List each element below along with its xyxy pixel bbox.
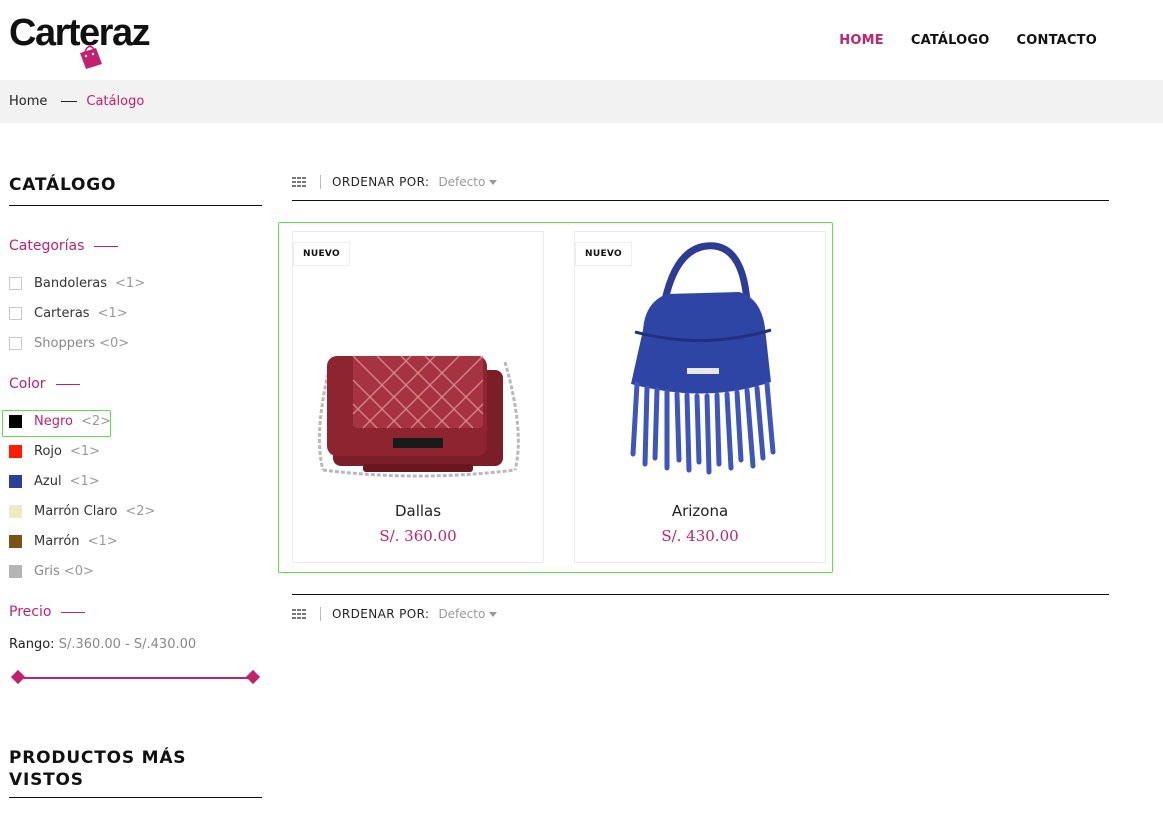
- color-name: Marrón Claro: [34, 503, 118, 519]
- toolbar-divider: [320, 607, 321, 621]
- color-item-azul[interactable]: Azul <1>: [9, 466, 262, 496]
- product-badge: NUEVO: [575, 242, 632, 266]
- price-range: Rango: S/.360.00 - S/.430.00: [9, 637, 262, 652]
- color-item-gris[interactable]: Gris <0>: [9, 556, 262, 586]
- product-card-dallas[interactable]: NUEVO Dallas S/. 360.00: [292, 231, 544, 563]
- color-count: <1>: [69, 473, 100, 489]
- color-count: <1>: [69, 443, 101, 459]
- price-range-value: S/.360.00 - S/.430.00: [58, 637, 197, 652]
- color-name: Rojo: [34, 443, 62, 459]
- grid-view-icon[interactable]: [292, 609, 306, 619]
- color-heading-text: Color: [9, 376, 46, 392]
- toolbar-divider-line: [292, 200, 1109, 201]
- category-item-shoppers[interactable]: Shoppers <0>: [9, 328, 262, 358]
- category-count: <1>: [115, 275, 146, 291]
- color-count: <0>: [63, 563, 94, 579]
- category-name: Carteras: [34, 305, 90, 321]
- price-slider-min-handle[interactable]: [10, 669, 26, 685]
- caret-down-icon: [489, 611, 498, 617]
- color-swatch[interactable]: [9, 444, 22, 458]
- product-price: S/. 360.00: [379, 527, 457, 545]
- caret-down-icon: [489, 179, 498, 185]
- color-item-rojo[interactable]: Rojo <1>: [9, 436, 262, 466]
- price-slider-max-handle[interactable]: [245, 669, 261, 685]
- sort-select-value: Defecto: [438, 175, 486, 189]
- sort-select[interactable]: Defecto: [438, 175, 498, 189]
- selected-filter-highlight: [2, 410, 111, 437]
- category-name: Shoppers: [34, 335, 96, 351]
- color-name: Azul: [34, 473, 62, 489]
- price-heading: Precio: [9, 604, 262, 620]
- sort-select-value: Defecto: [438, 607, 486, 621]
- breadcrumb-bar: Home Catálogo: [0, 80, 1163, 123]
- color-heading: Color: [9, 376, 262, 392]
- grid-view-icon[interactable]: [292, 177, 306, 187]
- heading-dash: [94, 245, 119, 247]
- sidebar: CATÁLOGO Categorías Bandoleras <1> Carte…: [9, 150, 262, 798]
- category-count: <1>: [97, 305, 128, 321]
- product-image[interactable]: NUEVO: [293, 232, 543, 483]
- product-name[interactable]: Dallas: [293, 502, 543, 520]
- breadcrumb-home-link[interactable]: Home: [9, 94, 47, 109]
- price-heading-text: Precio: [9, 604, 52, 620]
- product-badge: NUEVO: [293, 242, 350, 266]
- sort-label: ORDENAR POR:: [332, 607, 430, 621]
- heading-dash: [55, 383, 80, 385]
- color-count: <1>: [87, 533, 118, 549]
- category-item-bandoleras[interactable]: Bandoleras <1>: [9, 268, 262, 298]
- price-slider-track: [17, 677, 254, 679]
- toolbar-divider: [320, 175, 321, 189]
- price-range-label: Rango:: [9, 637, 55, 652]
- color-swatch[interactable]: [9, 474, 22, 488]
- category-count: <0>: [99, 335, 130, 351]
- color-swatch[interactable]: [9, 564, 22, 578]
- main-nav: HOME CATÁLOGO CONTACTO: [839, 33, 1097, 48]
- checkbox[interactable]: [9, 336, 22, 350]
- color-swatch[interactable]: [9, 534, 22, 548]
- color-swatch[interactable]: [9, 504, 22, 518]
- shopping-bag-icon: [80, 45, 102, 69]
- price-slider[interactable]: [10, 669, 261, 685]
- category-list: Bandoleras <1> Carteras <1> Shoppers <0>: [9, 268, 262, 358]
- sort-toolbar-top: ORDENAR POR: Defecto: [292, 163, 1109, 201]
- breadcrumb-separator: [61, 101, 78, 102]
- product-card-arizona[interactable]: NUEVO Arizona S/. 430.00: [574, 231, 826, 563]
- heading-dash: [61, 611, 86, 613]
- checkbox[interactable]: [9, 306, 22, 320]
- category-item-carteras[interactable]: Carteras <1>: [9, 298, 262, 328]
- handbag-image-arizona: [575, 232, 825, 483]
- color-item-marron[interactable]: Marrón <1>: [9, 526, 262, 556]
- color-name: Marrón: [34, 533, 80, 549]
- product-image[interactable]: NUEVO: [575, 232, 825, 483]
- color-count: <2>: [125, 503, 156, 519]
- categories-heading: Categorías: [9, 238, 262, 254]
- product-name[interactable]: Arizona: [575, 502, 825, 520]
- categories-heading-text: Categorías: [9, 238, 85, 254]
- product-price: S/. 430.00: [661, 527, 739, 545]
- site-header: Carteraz HOME CATÁLOGO CONTACTO: [0, 0, 1163, 80]
- nav-catalog-link[interactable]: CATÁLOGO: [911, 33, 990, 48]
- breadcrumb: Home Catálogo: [9, 94, 144, 109]
- nav-contact-link[interactable]: CONTACTO: [1017, 33, 1097, 48]
- color-name: Gris: [34, 563, 60, 579]
- color-item-marron-claro[interactable]: Marrón Claro <2>: [9, 496, 262, 526]
- nav-home-link[interactable]: HOME: [839, 33, 884, 48]
- sort-select[interactable]: Defecto: [438, 607, 498, 621]
- checkbox[interactable]: [9, 276, 22, 290]
- sort-label: ORDENAR POR:: [332, 175, 430, 189]
- category-name: Bandoleras: [34, 275, 108, 291]
- breadcrumb-current: Catálogo: [86, 94, 145, 109]
- sort-toolbar-bottom: ORDENAR POR: Defecto: [292, 595, 1109, 633]
- most-viewed-title: PRODUCTOS MÁS VISTOS: [9, 747, 262, 798]
- handbag-image-dallas: [293, 232, 543, 483]
- sidebar-title: CATÁLOGO: [9, 150, 262, 206]
